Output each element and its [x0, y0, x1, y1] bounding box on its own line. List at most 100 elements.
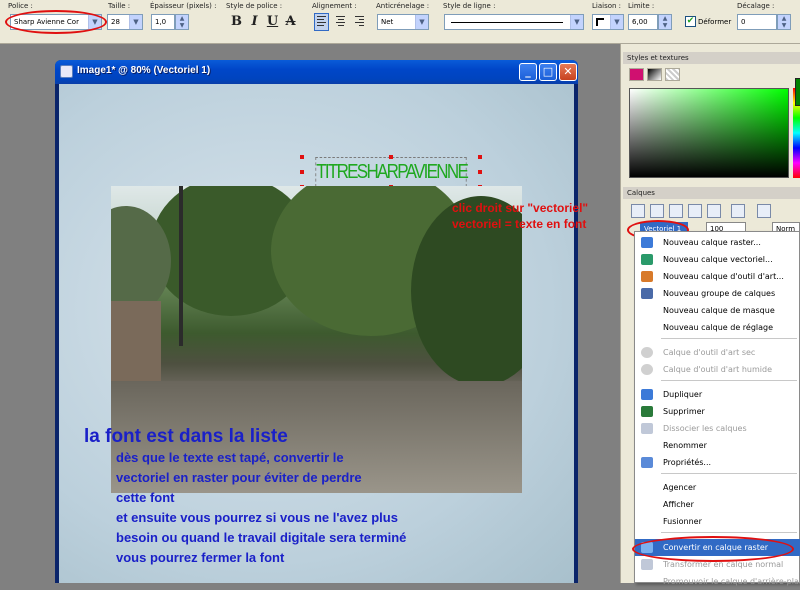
delete-layer-icon[interactable] — [731, 204, 745, 218]
style-ligne-group: Style de ligne : — [443, 2, 495, 12]
menu-item-ungroup: Dissocier les calques — [635, 420, 800, 437]
pattern-tab-icon[interactable] — [665, 68, 680, 81]
menu-item-new-art-layer[interactable]: Nouveau calque d'outil d'art... — [635, 268, 800, 285]
menu-item-promote-background: Promouvoir le calque d'arrière-plan — [663, 577, 800, 586]
epaisseur-group: Épaisseur (pixels) : — [150, 2, 217, 12]
antialias-select[interactable]: Net ▼ — [377, 14, 429, 30]
menu-item-arrange[interactable]: Agencer — [635, 479, 800, 496]
antialias-select-value: Net — [381, 18, 394, 26]
police-label: Police : — [8, 2, 33, 10]
stroke-width-spinner[interactable]: ▲ ▼ — [175, 14, 189, 30]
close-button[interactable]: ✕ — [559, 63, 577, 81]
edit-selection-icon[interactable] — [757, 204, 771, 218]
bold-button[interactable]: B — [229, 13, 244, 31]
menu-item-view[interactable]: Afficher — [635, 496, 800, 513]
align-left-button[interactable] — [314, 13, 329, 31]
selection-handle[interactable] — [389, 155, 393, 159]
alignement-label: Alignement : — [312, 2, 357, 10]
annotation-headline: la font est dans la liste — [84, 426, 288, 447]
document-canvas[interactable]: TITRESHARPAVIENNE la font est dans la li… — [59, 84, 574, 583]
line-style-select[interactable]: ▼ — [444, 14, 584, 30]
menu-item-new-raster[interactable]: Nouveau calque raster... — [635, 234, 800, 251]
style-ligne-label: Style de ligne : — [443, 2, 496, 10]
document-window: Image1* @ 80% (Vectoriel 1) _ □ ✕ TITRES… — [55, 60, 578, 583]
limite-label: Limite : — [628, 2, 655, 10]
chevron-down-icon[interactable]: ▼ — [610, 15, 623, 29]
miter-limit-spinner[interactable]: ▲ ▼ — [658, 14, 672, 30]
annotation-line: besoin ou quand le travail digitale sera… — [116, 530, 407, 545]
menu-item-new-adjustment[interactable]: Nouveau calque de réglage — [635, 319, 800, 336]
color-tab-icon[interactable] — [629, 68, 644, 81]
gradient-tab-icon[interactable] — [647, 68, 662, 81]
menu-item-new-group[interactable]: Nouveau groupe de calques — [635, 285, 800, 302]
menu-separator — [661, 380, 797, 381]
menu-item-merge[interactable]: Fusionner — [635, 513, 800, 530]
new-group-icon[interactable] — [688, 204, 702, 218]
align-right-button[interactable] — [352, 13, 367, 31]
menu-item-duplicate[interactable]: Dupliquer — [635, 386, 800, 403]
stroke-width-value: 1,0 — [155, 18, 167, 26]
stroke-width-input[interactable]: 1,0 — [151, 14, 175, 30]
deformer-label: Déformer — [698, 18, 732, 26]
new-mask-icon[interactable] — [707, 204, 721, 218]
document-titlebar[interactable]: Image1* @ 80% (Vectoriel 1) _ □ ✕ — [55, 60, 578, 84]
epaisseur-label: Épaisseur (pixels) : — [150, 2, 217, 10]
duplicate-icon — [641, 389, 653, 400]
taille-group: Taille : — [108, 2, 130, 12]
document-title: Image1* @ 80% (Vectoriel 1) — [77, 65, 211, 76]
delete-icon — [641, 406, 653, 417]
menu-separator — [661, 532, 797, 533]
minimize-button[interactable]: _ — [519, 63, 537, 81]
join-icon — [596, 18, 604, 26]
limite-group: Limite : — [628, 2, 654, 12]
align-center-button[interactable] — [333, 13, 348, 31]
menu-item-delete[interactable]: Supprimer — [635, 403, 800, 420]
layers-panel-title: Calques — [623, 187, 800, 199]
chevron-down-icon[interactable]: ▼ — [570, 15, 583, 29]
new-vector-layer-icon[interactable] — [650, 204, 664, 218]
decalage-label: Décalage : — [737, 2, 775, 10]
red-annotation: clic droit sur "vectoriel" vectoriel = t… — [452, 200, 652, 232]
vector-text-object[interactable]: TITRESHARPAVIENNE — [315, 157, 469, 187]
properties-icon — [641, 457, 653, 468]
menu-separator — [661, 473, 797, 474]
underline-button[interactable]: U — [265, 13, 280, 31]
size-select[interactable]: 28 ▼ — [107, 14, 143, 30]
italic-button[interactable]: I — [247, 13, 262, 31]
menu-item-rename[interactable]: Renommer — [635, 437, 800, 454]
annotation-line: et ensuite vous pourrez si vous ne l'ave… — [116, 510, 398, 525]
new-art-layer-icon[interactable] — [669, 204, 683, 218]
dry-art-icon — [641, 347, 653, 358]
ungroup-icon — [641, 423, 653, 434]
annotation-line: cette font — [116, 490, 175, 505]
selection-handle[interactable] — [478, 155, 482, 159]
line-style-preview — [451, 22, 563, 23]
document-icon — [60, 65, 73, 78]
anticrenelage-label: Anticrénelage : — [376, 2, 430, 10]
selection-handle[interactable] — [300, 155, 304, 159]
chevron-down-icon[interactable]: ▼ — [129, 15, 142, 29]
taille-label: Taille : — [108, 2, 131, 10]
deformer-checkbox[interactable]: ✔ — [685, 16, 696, 27]
menu-item-new-vector[interactable]: Nouveau calque vectoriel... — [635, 251, 800, 268]
join-select[interactable]: ▼ — [592, 14, 624, 30]
group-layer-icon — [641, 288, 653, 299]
foreground-color-swatch[interactable] — [795, 78, 800, 106]
menu-item-new-mask[interactable]: Nouveau calque de masque — [635, 302, 800, 319]
menu-separator — [661, 338, 797, 339]
offset-spinner[interactable]: ▲ ▼ — [777, 14, 791, 30]
layer-context-menu: Nouveau calque raster... Nouveau calque … — [634, 231, 800, 586]
chevron-down-icon[interactable]: ▼ — [415, 15, 428, 29]
color-picker-field[interactable] — [629, 88, 789, 178]
selection-handle[interactable] — [300, 170, 304, 174]
blue-annotation: la font est dans la liste dès que le tex… — [84, 426, 564, 568]
red-annotation-line-2: vectoriel = texte en font — [452, 217, 587, 231]
menu-item-dry-art-layer: Calque d'outil d'art sec — [635, 344, 800, 361]
offset-input[interactable]: 0 — [737, 14, 777, 30]
maximize-button[interactable]: □ — [539, 63, 557, 81]
menu-item-properties[interactable]: Propriétés... — [635, 454, 800, 471]
convert-highlight-ellipse — [632, 536, 794, 562]
selection-handle[interactable] — [478, 170, 482, 174]
miter-limit-input[interactable]: 6,00 — [628, 14, 658, 30]
strikethrough-button[interactable]: A — [283, 13, 298, 31]
